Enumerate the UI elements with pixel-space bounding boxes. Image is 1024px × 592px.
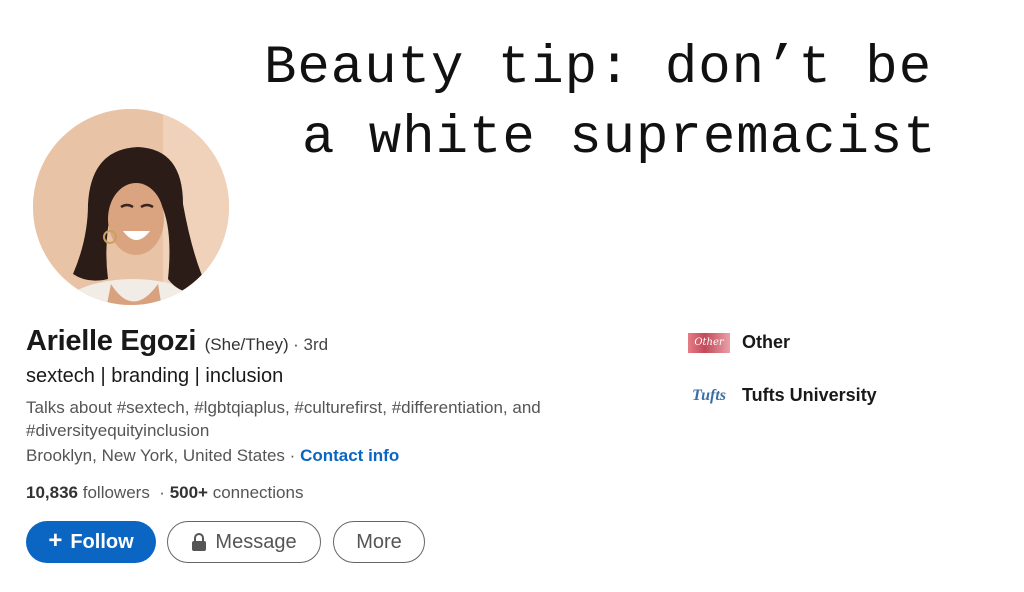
sidebar-item-label: Tufts University (742, 385, 877, 405)
contact-info-link[interactable]: Contact info (300, 446, 399, 465)
message-button[interactable]: Message (167, 521, 321, 563)
connections-count: 500+ (169, 483, 208, 502)
message-button-label: Message (215, 530, 297, 553)
lock-icon (191, 533, 207, 551)
follow-button[interactable]: + Follow (26, 521, 156, 563)
banner-text-line-2: a white supremacist (302, 108, 937, 169)
connections-separator: · (159, 483, 165, 502)
banner-text-line-1: Beauty tip: don’t be (264, 38, 933, 99)
tufts-logo-icon: Tufts (691, 386, 727, 404)
followers-count: 10,836 (26, 483, 78, 502)
profile-headline: sextech | branding | inclusion (26, 365, 284, 387)
location-row: Brooklyn, New York, United States · Cont… (26, 446, 399, 466)
followers-label: followers (82, 483, 150, 502)
sidebar-item-other[interactable]: Other Other (688, 332, 790, 353)
profile-talks-about: Talks about #sextech, #lgbtqiaplus, #cul… (26, 398, 541, 440)
follow-button-label: Follow (70, 530, 134, 553)
more-button-label: More (356, 530, 402, 553)
other-logo-icon: Other (688, 332, 730, 353)
sidebar-item-label: Other (742, 332, 791, 352)
connections-label[interactable]: connections (213, 483, 304, 502)
more-button[interactable]: More (333, 521, 425, 563)
profile-name: Arielle Egozi (26, 325, 197, 357)
connection-degree: · 3rd (293, 335, 329, 354)
profile-name-row: Arielle Egozi (She/They) · 3rd (26, 325, 328, 358)
network-row: 10,836 followers · 500+ connections (26, 483, 303, 503)
plus-icon: + (48, 527, 63, 554)
sidebar-item-tufts[interactable]: Tufts Tufts University (688, 385, 877, 406)
profile-pronouns: (She/They) (204, 335, 289, 354)
location-separator: · (289, 446, 296, 465)
profile-location: Brooklyn, New York, United States (26, 446, 285, 465)
profile-avatar[interactable] (30, 106, 232, 308)
